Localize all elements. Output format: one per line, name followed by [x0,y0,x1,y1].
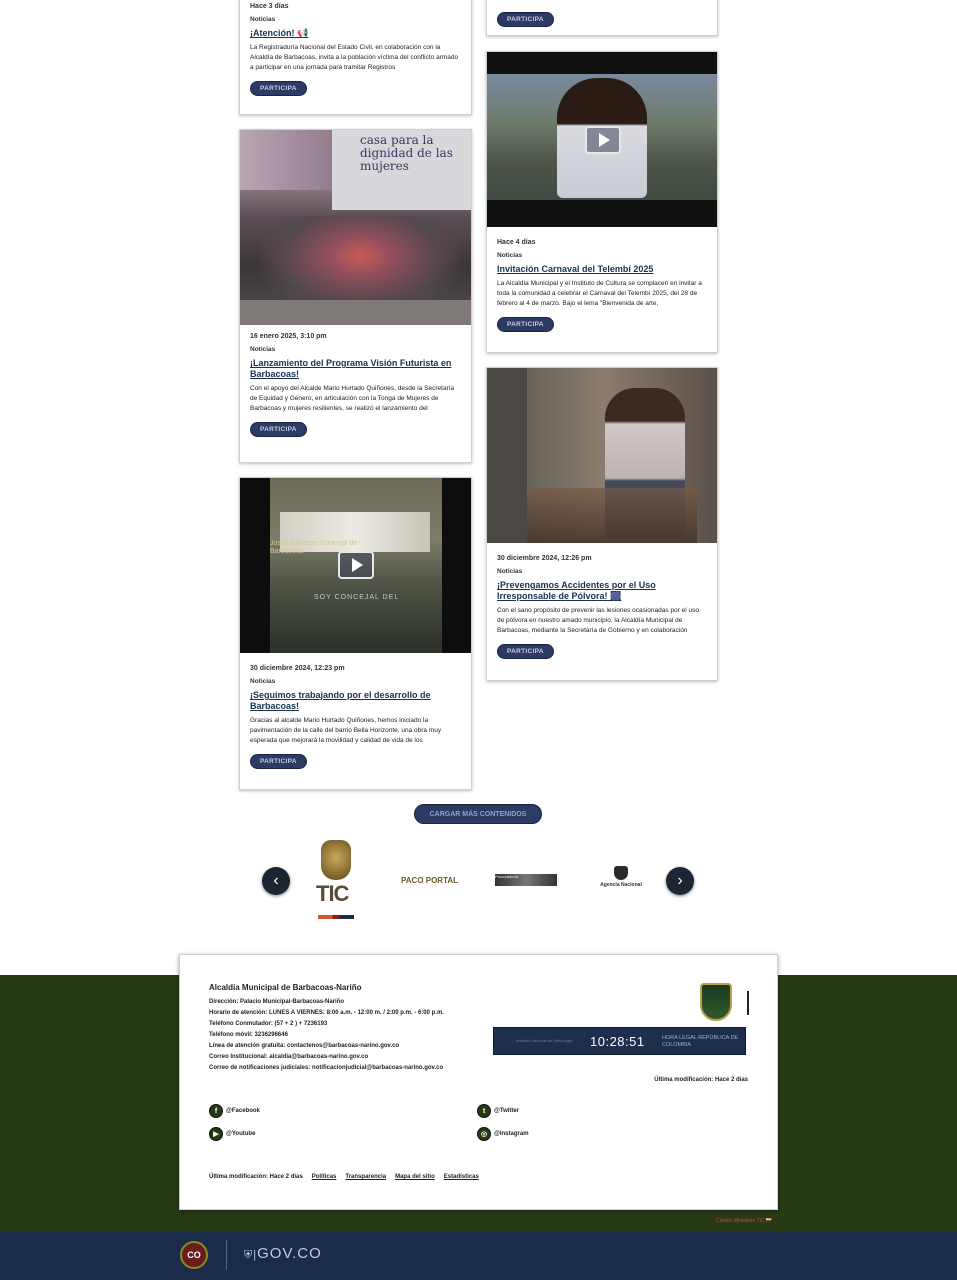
load-more-button[interactable]: CARGAR MÁS CONTENIDOS [414,804,542,824]
tic-logo-text: TIC [316,881,349,906]
footer-link-transparencia[interactable]: Transparencia [345,1174,386,1180]
participate-button[interactable]: PARTICIPA [497,644,554,659]
instagram-link[interactable]: ◎ @Instagram [477,1127,529,1141]
news-title[interactable]: Invitación Carnaval del Telembí 2025 [497,264,707,275]
procuraduria-logo[interactable]: Procuraduría [495,874,557,886]
twitter-link[interactable]: t @Twitter [477,1104,519,1118]
coat-of-arms-icon [321,840,351,880]
news-date: Hace 4 días [497,239,536,246]
news-category: Noticias [250,346,276,353]
news-title[interactable]: ¡Prevengamos Accidentes por el Uso Irres… [497,580,707,602]
footer-contact-info: Dirección: Palacio Municipal-Barbacoas-N… [209,999,444,1071]
footer-card: Alcaldía Municipal de Barbacoas-Nariño D… [179,954,778,1210]
legal-time-widget: Instituto Nacional de Metrología 10:28:5… [493,1027,746,1055]
news-image[interactable]: casa para la dignidad de las mujeres [240,130,471,325]
news-date: 30 diciembre 2024, 12:26 pm [497,555,592,562]
footer-link-politicas[interactable]: Políticas [312,1174,337,1180]
co-badge[interactable]: CO [180,1241,208,1269]
news-category: Noticias [497,252,523,259]
paco-portal-logo[interactable]: PACO PORTAL [401,870,463,890]
shield-icon: ⛨| [244,1249,258,1261]
footer-links: Última modificación: Hace 2 días Polític… [209,1174,479,1180]
chevron-left-icon: ‹ [273,872,279,889]
news-card: PARTICIPA [486,0,718,36]
gov-divider [226,1240,227,1270]
news-card: Hace 3 días Noticias ¡Atención! 📢 La Reg… [239,0,472,115]
news-excerpt: La Registraduría Nacional del Estado Civ… [250,44,459,71]
youtube-icon: ▶ [209,1127,223,1141]
news-card: casa para la dignidad de las mujeres 16 … [239,129,472,463]
storefront-sign: casa para la dignidad de las mujeres [360,133,453,173]
news-category: Noticias [250,678,276,685]
news-date: 16 enero 2025, 3:10 pm [250,333,327,340]
news-excerpt: Con el sano propósito de prevenir las le… [497,607,699,634]
participate-button[interactable]: PARTICIPA [250,81,307,96]
news-title[interactable]: ¡Lanzamiento del Programa Visión Futuris… [250,358,461,380]
footer-link-mapa-del-sitio[interactable]: Mapa del sitio [395,1174,435,1180]
news-title[interactable]: ¡Seguimos trabajando por el desarrollo d… [250,690,461,712]
news-video[interactable] [487,52,717,227]
tic-logo[interactable]: TIC [314,840,358,922]
last-modified: Última modificación: Hace 2 días [654,1077,748,1083]
clock-time: 10:28:51 [590,1034,645,1049]
clock-seal-text: Instituto Nacional de Metrología [516,1038,573,1043]
carousel-next-button[interactable]: › [666,867,694,895]
news-card: Josué Cabezas Concejal de Barbacoas SOY … [239,477,472,790]
chevron-right-icon: › [677,872,683,889]
agency-logo[interactable]: Agencia Nacional [587,866,655,894]
footer-credit[interactable]: Creado Ministerio TIC 🇨🇴 [716,1218,772,1224]
news-card: 30 diciembre 2024, 12:26 pm Noticias ¡Pr… [486,367,718,681]
page: Hace 3 días Noticias ¡Atención! 📢 La Reg… [0,0,957,1280]
footer-link-estadisticas[interactable]: Estadísticas [444,1174,479,1180]
news-category: Noticias [250,16,276,23]
news-title[interactable]: ¡Atención! 📢 [250,28,461,39]
news-card: Hace 4 días Noticias Invitación Carnaval… [486,51,718,353]
participate-button[interactable]: PARTICIPA [250,422,307,437]
footer-title: Alcaldía Municipal de Barbacoas-Nariño [209,983,362,992]
shield-icon [614,866,628,880]
news-date: 30 diciembre 2024, 12:23 pm [250,665,345,672]
participate-button[interactable]: PARTICIPA [497,12,554,27]
carousel-prev-button[interactable]: ‹ [262,867,290,895]
facebook-link[interactable]: f @Facebook [209,1104,260,1118]
divider [747,991,749,1015]
participate-button[interactable]: PARTICIPA [497,317,554,332]
gov-bar [0,1232,957,1280]
municipal-shield-icon [700,983,732,1021]
news-excerpt: Gracias al alcalde Mario Hurtado Quiñone… [250,717,442,744]
facebook-icon: f [209,1104,223,1118]
govco-logo[interactable]: ⛨|GOV.CO [244,1245,322,1262]
news-excerpt: Con el apoyo del Alcalde Mario Hurtado Q… [250,385,455,412]
news-date: Hace 3 días [250,3,289,10]
last-modified-bottom: Última modificación: Hace 2 días [209,1174,303,1180]
play-icon[interactable] [338,551,374,579]
news-excerpt: La Alcaldía Municipal y el Instituto de … [497,280,702,307]
paco-logo-text: PACO PORTAL [401,876,459,885]
clock-label: HORA LEGAL REPÚBLICA DE COLOMBIA [662,1035,739,1048]
play-icon[interactable] [585,126,621,154]
twitter-icon: t [477,1104,491,1118]
news-video[interactable]: Josué Cabezas Concejal de Barbacoas SOY … [240,478,471,653]
participate-button[interactable]: PARTICIPA [250,754,307,769]
news-category: Noticias [497,568,523,575]
video-overlay-text: SOY CONCEJAL DEL [314,594,400,601]
news-image[interactable] [487,368,717,543]
youtube-link[interactable]: ▶ @Youtube [209,1127,255,1141]
instagram-icon: ◎ [477,1127,491,1141]
